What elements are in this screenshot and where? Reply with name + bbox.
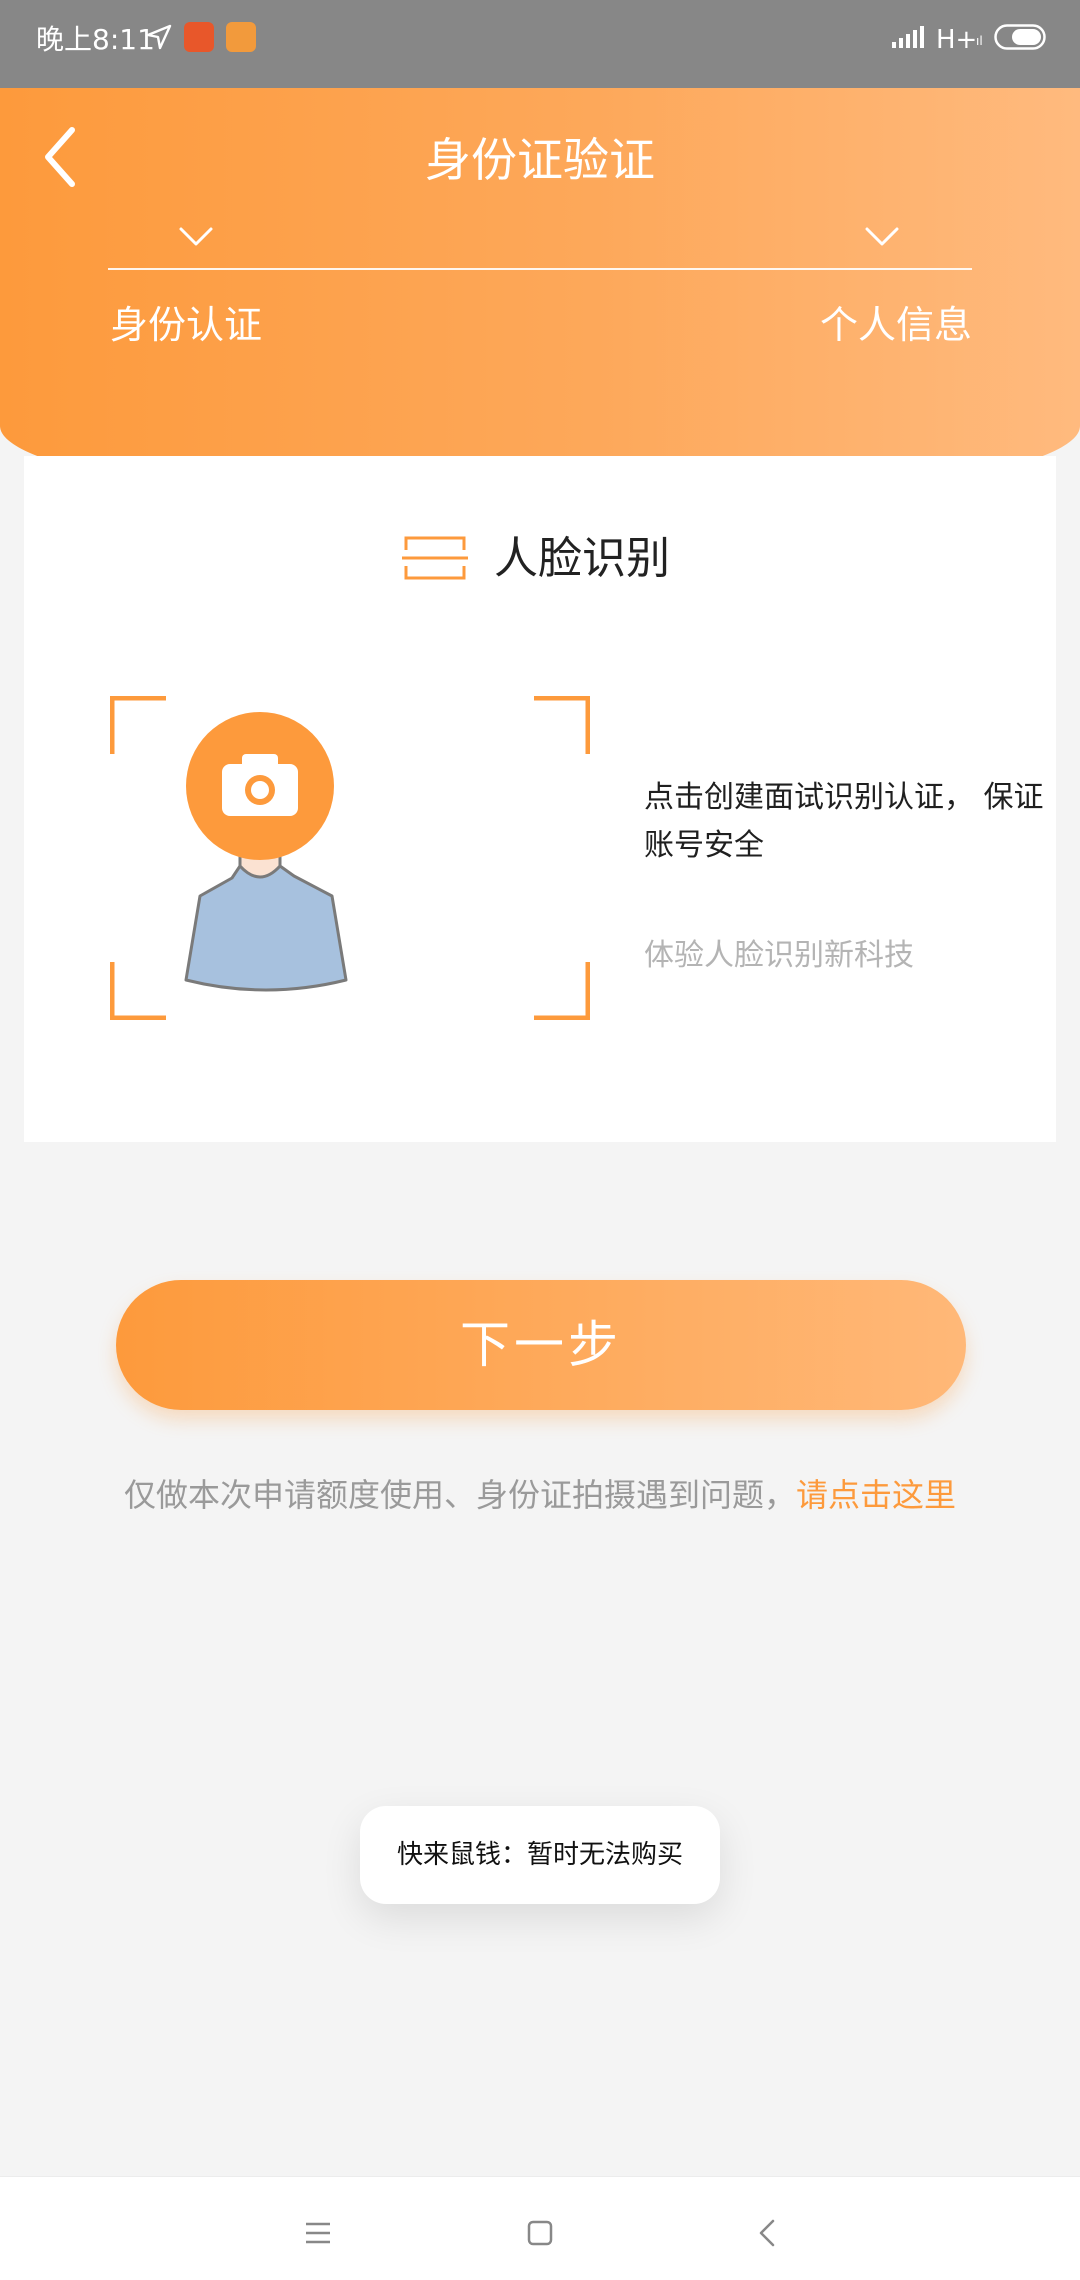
card-description: 点击创建面试识别认证， 保证账号安全: [644, 780, 1044, 863]
chevron-down-icon: [179, 227, 213, 246]
step-label-identity: 身份认证: [110, 303, 263, 347]
card-subtext: 体验人脸识别新科技: [644, 938, 914, 973]
status-time: 晚上8:11: [36, 23, 155, 56]
toast-message: 快来鼠钱：暂时无法购买: [360, 1806, 720, 1904]
network-sub: ıl: [976, 34, 983, 48]
menu-icon[interactable]: [298, 2213, 338, 2253]
help-link[interactable]: 请点击这里: [796, 1476, 956, 1514]
app-icon-2: [226, 22, 256, 52]
next-step-button[interactable]: 下一步: [116, 1280, 966, 1410]
home-square-icon[interactable]: [520, 2213, 560, 2253]
card-title: 人脸识别: [494, 533, 670, 584]
step-label-personal-info: 个人信息: [819, 303, 972, 347]
system-nav-bar: [0, 2176, 1080, 2280]
help-notice-text: 仅做本次申请额度使用、身份证拍摄遇到问题，: [123, 1476, 796, 1514]
help-notice: 仅做本次申请额度使用、身份证拍摄遇到问题，请点击这里: [0, 1470, 1080, 1520]
app-icon-1: [184, 22, 214, 52]
scan-icon: [402, 536, 468, 580]
page-title: 身份证验证: [425, 133, 655, 187]
step-progress-line: [108, 268, 972, 270]
network-type: H+: [936, 25, 978, 55]
chevron-down-icon: [865, 227, 899, 246]
location-arrow-icon: [146, 24, 172, 50]
status-bar: 晚上8:11 H+ ıl: [0, 0, 1080, 88]
battery-icon: [994, 24, 1046, 50]
face-capture-button[interactable]: [110, 696, 590, 1020]
header: 身份证验证 身份认证 个人信息: [0, 88, 1080, 500]
face-recognition-card: 人脸识别 点击创建面试识别认证， 保证账号安全 体验人脸识别新科技: [24, 456, 1056, 1142]
signal-icon: [892, 26, 924, 48]
back-chevron-icon[interactable]: [748, 2213, 788, 2253]
